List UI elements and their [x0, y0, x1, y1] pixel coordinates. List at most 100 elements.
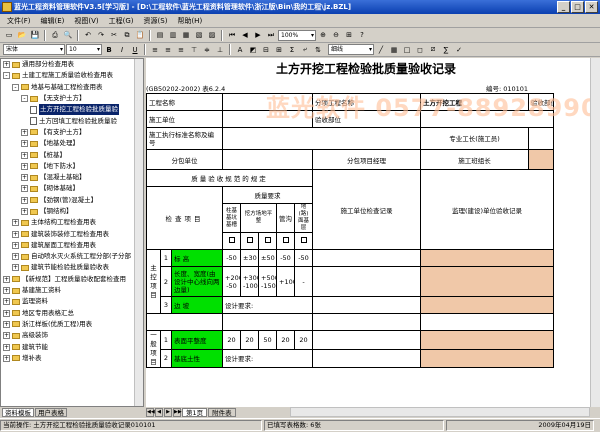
italic-icon[interactable]: I	[116, 44, 128, 56]
foreman-field[interactable]	[528, 127, 555, 150]
menu-resource[interactable]: 资源(S)	[139, 16, 173, 26]
menu-help[interactable]: 帮助(H)	[172, 16, 207, 26]
tree-item[interactable]: + 基建施工资料	[1, 285, 143, 296]
expand-icon[interactable]: +	[3, 332, 10, 340]
prev-sheet-icon[interactable]: ◀	[155, 407, 163, 417]
sum-icon[interactable]: Σ	[286, 44, 298, 56]
collapse-icon[interactable]: -	[12, 83, 19, 91]
insert-row-icon[interactable]: ▤	[154, 29, 166, 41]
tree-item[interactable]: + 【桩基】	[1, 149, 143, 160]
new-icon[interactable]: ▭	[3, 29, 15, 41]
zoom-out-icon[interactable]: ⊖	[330, 29, 342, 41]
wrap-icon[interactable]: ⤶	[299, 44, 311, 56]
tree-item[interactable]: + 主体结构工程检查用表	[1, 217, 143, 228]
diagonal-icon[interactable]: ⧄	[427, 44, 439, 56]
tree-item[interactable]: + 【有支护土方】	[1, 127, 143, 138]
image-icon[interactable]: ▨	[206, 29, 218, 41]
minimize-button[interactable]: _	[557, 1, 570, 13]
menu-edit[interactable]: 编辑(E)	[36, 16, 70, 26]
font-select[interactable]: 宋体	[3, 44, 65, 55]
align-right-icon[interactable]: ≡	[175, 44, 187, 56]
supervision-cell[interactable]	[420, 348, 555, 368]
construction-unit-field[interactable]	[222, 110, 314, 128]
tree-item[interactable]: - 【无支护土方】	[1, 93, 143, 104]
merge-cells-icon[interactable]: ⊟	[260, 44, 272, 56]
expand-icon[interactable]: +	[21, 162, 28, 170]
tree-item[interactable]: - 地基与基础工程检查用表	[1, 82, 143, 93]
line-color-icon[interactable]: ╱	[375, 44, 387, 56]
tree-item[interactable]: + 【地下防水】	[1, 161, 143, 172]
tree-item[interactable]: + 【地基处理】	[1, 138, 143, 149]
next-page-icon[interactable]: ▶	[252, 29, 264, 41]
expand-icon[interactable]: +	[12, 241, 19, 249]
menu-project[interactable]: 工程(G)	[104, 16, 139, 26]
preview-icon[interactable]: 🔍	[62, 29, 74, 41]
supervision-cell[interactable]	[420, 296, 555, 314]
expand-icon[interactable]: +	[12, 230, 19, 238]
tree-item[interactable]: + 【钢结构】	[1, 206, 143, 217]
zoom-in-icon[interactable]: ⊕	[317, 29, 329, 41]
paste-icon[interactable]: 📋	[134, 29, 146, 41]
align-center-icon[interactable]: ≡	[162, 44, 174, 56]
collapse-icon[interactable]: -	[3, 72, 10, 80]
save-icon[interactable]: 💾	[29, 29, 41, 41]
tree-item[interactable]: 土方开挖工程检验批质量验	[1, 104, 143, 116]
tree-item[interactable]: + 监理资料	[1, 296, 143, 307]
expand-icon[interactable]: +	[12, 264, 19, 272]
project-name-field[interactable]	[222, 93, 314, 111]
expand-icon[interactable]: +	[21, 174, 28, 182]
redo-icon[interactable]: ↷	[95, 29, 107, 41]
tab-user-tables[interactable]: 用户表格	[35, 407, 67, 417]
first-sheet-icon[interactable]: ◀◀	[146, 407, 155, 417]
tree-item[interactable]: + 建筑节能	[1, 341, 143, 352]
print-icon[interactable]: ⎙	[49, 29, 61, 41]
first-page-icon[interactable]: ⏮	[226, 29, 238, 41]
supervision-cell[interactable]	[420, 330, 555, 350]
expand-icon[interactable]: +	[12, 219, 19, 227]
tree-item[interactable]: - 土建工程施工质量验收检查用表	[1, 70, 143, 81]
calc-icon[interactable]: ∑	[440, 44, 452, 56]
inspection-part-field[interactable]	[420, 110, 555, 128]
expand-icon[interactable]: +	[12, 253, 19, 261]
supervision-cell[interactable]	[420, 266, 555, 297]
tab-page-1[interactable]: 第1页	[182, 407, 208, 417]
font-color-icon[interactable]: A	[234, 44, 246, 56]
expand-icon[interactable]: +	[3, 298, 10, 306]
tree-scrollbar[interactable]	[134, 59, 143, 406]
expand-icon[interactable]: +	[3, 309, 10, 317]
tree-item[interactable]: + 【混凝土基础】	[1, 172, 143, 183]
bold-icon[interactable]: B	[103, 44, 115, 56]
tree-item[interactable]: + 【砌体基础】	[1, 183, 143, 194]
record-cell[interactable]	[312, 266, 422, 297]
record-cell[interactable]	[312, 330, 422, 350]
record-cell[interactable]	[312, 348, 422, 368]
font-size-select[interactable]: 10	[66, 44, 102, 55]
expand-icon[interactable]: +	[21, 196, 28, 204]
tree-item[interactable]: 土方回填工程检验批质量验	[1, 115, 143, 126]
sort-icon[interactable]: ⇅	[312, 44, 324, 56]
checkbox-ground-base[interactable]	[294, 232, 314, 250]
align-left-icon[interactable]: ≡	[149, 44, 161, 56]
checkbox-machine[interactable]	[258, 232, 278, 250]
expand-icon[interactable]: +	[21, 185, 28, 193]
fill-color-icon[interactable]: ◩	[247, 44, 259, 56]
underline-icon[interactable]: U	[129, 44, 141, 56]
border-icon[interactable]: ⊞	[273, 44, 285, 56]
standard-field[interactable]	[222, 127, 422, 150]
tree-item[interactable]: + 建筑装饰装修工程检查用表	[1, 228, 143, 239]
design-requirement[interactable]: 设计要求:	[222, 296, 314, 314]
expand-icon[interactable]: +	[21, 140, 28, 148]
tree-item[interactable]: + 浙江样板(优质工程)用表	[1, 319, 143, 330]
chart-icon[interactable]: ▧	[193, 29, 205, 41]
tree-item[interactable]: + 【新规范】工程质量验收配套检查用	[1, 274, 143, 285]
open-icon[interactable]: 📂	[16, 29, 28, 41]
border-none-icon[interactable]: ◻	[414, 44, 426, 56]
tab-templates[interactable]: 资料模板	[2, 407, 34, 417]
tree-item[interactable]: + 通用部分检查用表	[1, 59, 143, 70]
expand-icon[interactable]: +	[3, 354, 10, 362]
delete-row-icon[interactable]: ▥	[167, 29, 179, 41]
zoom-select[interactable]: 100%	[278, 29, 316, 41]
expand-icon[interactable]: +	[3, 343, 10, 351]
tree-item[interactable]: + 【劲钢(管)混凝土】	[1, 195, 143, 206]
align-bottom-icon[interactable]: ⊥	[214, 44, 226, 56]
